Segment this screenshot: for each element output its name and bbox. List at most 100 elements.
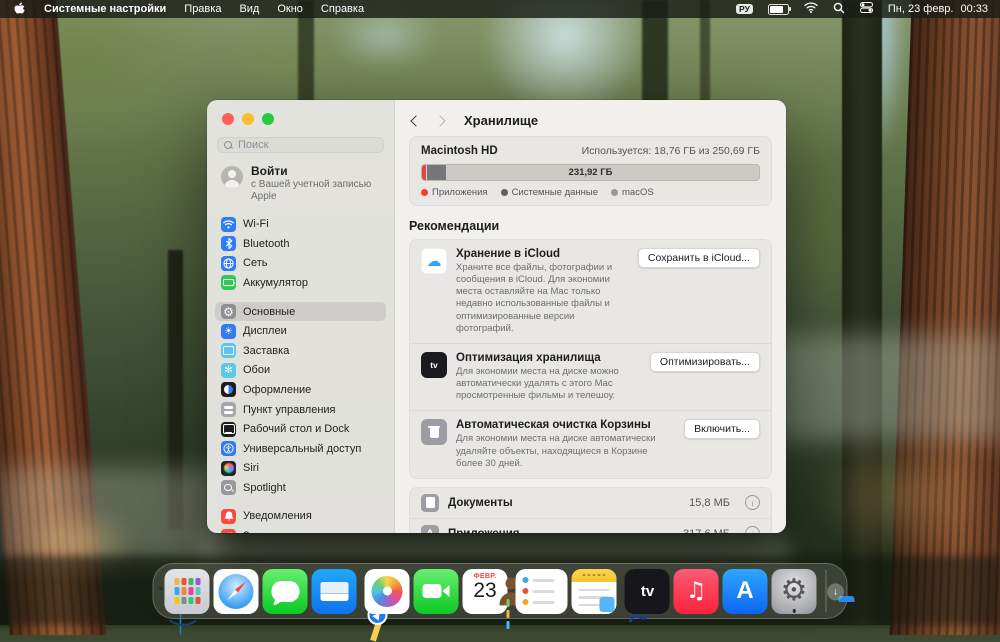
optimize-button[interactable]: Оптимизировать... [649,351,760,372]
legend-label: Приложения [432,187,488,198]
recommendation-title: Автоматическая очистка Корзины [456,419,651,432]
sidebar-item-wifi[interactable]: Wi-Fi [215,214,386,234]
dock-item-mail[interactable] [311,568,357,614]
menu-item-help[interactable]: Справка [321,3,364,15]
dock-item-messages[interactable] [262,568,308,614]
enable-button[interactable]: Включить... [684,419,760,440]
dock-item-launchpad[interactable] [164,568,210,614]
menu-clock[interactable]: Пн, 23 февр. 00:33 [888,3,988,15]
running-indicator [158,586,163,590]
control-center-icon[interactable] [859,2,873,16]
toggles-icon [221,402,236,418]
flower-icon [221,362,236,378]
document-icon [421,493,439,512]
sun-icon [221,323,236,339]
menu-bar: Системные настройки Правка Вид Окно Спра… [0,0,1000,18]
dock-icon [221,421,236,437]
appstore-icon: A [722,568,768,614]
menu-item-view[interactable]: Вид [239,3,259,15]
sidebar-item-label: Универсальный доступ [243,442,362,455]
forward-button[interactable] [434,114,446,127]
appearance-icon [221,382,236,398]
category-row-documents: Документы 15,8 МБ i [410,488,771,518]
sidebar-item-label: Bluetooth [243,237,290,250]
dock-item-reminders[interactable] [515,568,568,614]
store-in-icloud-button[interactable]: Сохранить в iCloud... [637,248,760,268]
legend-dot-apps [421,189,428,196]
category-label: Приложения [448,528,674,533]
legend-dot-system-data [500,189,508,196]
search-input[interactable] [236,138,377,152]
free-space-label: 231,92 ГБ [568,167,613,178]
gear-icon [221,304,236,320]
sidebar-search[interactable] [217,137,384,153]
avatar [221,166,243,188]
sidebar-item-control-center[interactable]: Пункт управления [215,400,386,420]
close-button[interactable] [222,113,234,125]
content-header: Хранилище [395,100,786,136]
sidebar-item-spotlight[interactable]: Spotlight [215,478,386,498]
spotlight-search-icon[interactable] [833,2,845,17]
recommendations-heading: Рекомендации [409,219,500,233]
sidebar-item-battery[interactable]: Аккумулятор [215,273,386,293]
dock-item-appstore[interactable]: A [722,568,768,614]
sidebar-item-notifications[interactable]: Уведомления [215,507,386,527]
music-icon: ♫ [673,568,719,614]
wifi-status-icon[interactable] [804,2,818,16]
volume-name: Macintosh HD [421,145,498,157]
sidebar-item-accessibility[interactable]: Универсальный доступ [215,439,386,459]
sidebar-item-displays[interactable]: Дисплеи [215,321,386,341]
menu-item-window[interactable]: Окно [277,3,303,15]
storage-overview-panel: Macintosh HD Используется: 18,76 ГБ из 2… [409,136,772,206]
category-size: 317,6 МБ [683,528,730,533]
sidebar-item-bluetooth[interactable]: Bluetooth [215,234,386,254]
battery-icon [221,275,236,291]
dock-item-tv[interactable]: tv [624,568,670,614]
sidebar-item-desktop-dock[interactable]: Рабочий стол и Dock [215,419,386,439]
dock: ФЕВР. 23 tv ♫ A ⚙ ↓ [152,563,855,642]
category-panel-1: Документы 15,8 МБ i Приложения 317,6 МБ … [409,486,772,533]
sidebar-nav: Wi-Fi Bluetooth Сеть Аккумулятор Основны… [207,212,394,533]
safari-icon [213,568,259,614]
running-indicator [792,609,796,613]
minimize-button[interactable] [242,113,254,125]
usage-summary: Используется: 18,76 ГБ из 250,69 ГБ [581,145,760,157]
sidebar-item-general[interactable]: Основные [215,301,386,322]
sign-in-item[interactable]: Войти с Вашей учетной записью Apple [207,157,394,212]
dock-item-system-settings[interactable]: ⚙ [771,568,817,614]
dock-item-safari[interactable] [213,568,259,614]
menu-item-edit[interactable]: Правка [184,3,221,15]
zoom-button[interactable] [262,113,274,125]
settings-gear-icon: ⚙ [771,568,817,614]
recommendations-panel: Хранение в iCloud Храните все файлы, фот… [409,239,772,479]
sidebar-item-appearance[interactable]: Оформление [215,380,386,400]
calendar-day: 23 [473,579,497,602]
sidebar-item-network[interactable]: Сеть [215,254,386,274]
info-icon[interactable]: i [745,495,760,511]
search-icon [224,141,232,149]
apple-menu-icon[interactable] [13,2,26,16]
storage-legend: Приложения Системные данные macOS [421,187,760,198]
dock-item-music[interactable]: ♫ [673,568,719,614]
sign-in-subtitle: с Вашей учетной записью [251,179,372,190]
dock-item-photos[interactable] [364,568,410,614]
back-button[interactable] [410,114,422,127]
sidebar-item-wallpaper[interactable]: Обои [215,361,386,381]
sidebar-item-siri[interactable]: Siri [215,459,386,479]
recommendation-icloud: Хранение в iCloud Храните все файлы, фот… [410,240,771,343]
info-icon[interactable]: i [745,526,760,533]
dock-item-facetime[interactable] [413,568,459,614]
sidebar-item-label: Аккумулятор [243,276,308,289]
mail-icon [311,568,357,614]
recommendation-title: Оптимизация хранилища [456,351,601,364]
settings-content: Хранилище Macintosh HD Используется: 18,… [395,100,786,533]
sidebar-item-screensaver[interactable]: Заставка [215,341,386,361]
sidebar-item-label: Оформление [243,383,312,396]
battery-icon[interactable] [767,3,791,15]
legend-label: Системные данные [511,187,598,198]
input-source-indicator[interactable]: РУ [736,3,753,15]
sidebar-item-sound[interactable]: Звук [215,526,386,533]
menu-app-name[interactable]: Системные настройки [44,3,166,15]
launchpad-icon [164,568,210,614]
trash-icon [421,419,447,446]
